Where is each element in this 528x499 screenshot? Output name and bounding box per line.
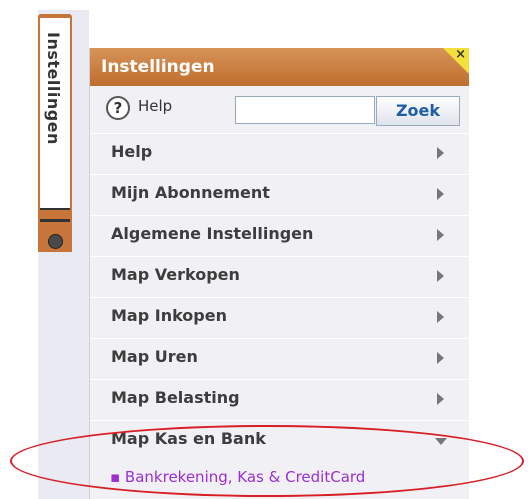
chevron-right-icon: [437, 229, 444, 241]
menu-item-map-verkopen[interactable]: Map Verkopen: [90, 256, 469, 296]
search-input[interactable]: [235, 96, 375, 124]
menu-item-label: Algemene Instellingen: [111, 224, 314, 243]
chevron-right-icon: [437, 188, 444, 200]
menu-item-help[interactable]: Help: [90, 133, 469, 173]
menu-item-label: Map Verkopen: [111, 265, 240, 284]
tab-divider: [40, 219, 70, 222]
menu-item-label: Map Belasting: [111, 388, 240, 407]
panel-header: Instellingen ×: [90, 47, 469, 86]
search-button[interactable]: Zoek: [376, 96, 460, 126]
chevron-right-icon: [437, 393, 444, 405]
menu-item-label: Help: [111, 142, 153, 161]
chevron-right-icon: [437, 270, 444, 282]
help-icon[interactable]: ?: [106, 96, 130, 120]
panel-title: Instellingen: [101, 57, 215, 77]
menu-item-label: Map Uren: [111, 347, 198, 366]
help-search-row: ? Help Zoek: [90, 88, 469, 132]
menu-item-map-inkopen[interactable]: Map Inkopen: [90, 297, 469, 337]
menu-item-map-uren[interactable]: Map Uren: [90, 338, 469, 378]
close-icon[interactable]: ×: [455, 47, 466, 62]
settings-vertical-tab[interactable]: Instellingen: [38, 14, 72, 252]
tab-toggle-icon[interactable]: [48, 234, 63, 249]
tab-divider: [40, 208, 70, 210]
menu-item-label: Mijn Abonnement: [111, 183, 270, 202]
menu-item-mijn-abonnement[interactable]: Mijn Abonnement: [90, 174, 469, 214]
menu-item-map-belasting[interactable]: Map Belasting: [90, 379, 469, 419]
highlight-ellipse: [10, 425, 524, 497]
chevron-right-icon: [437, 311, 444, 323]
vertical-tab-face: Instellingen: [40, 18, 70, 208]
menu-item-label: Map Inkopen: [111, 306, 227, 325]
menu-item-algemene-instellingen[interactable]: Algemene Instellingen: [90, 215, 469, 255]
chevron-right-icon: [437, 147, 444, 159]
vertical-tab-label: Instellingen: [44, 32, 63, 145]
chevron-right-icon: [437, 352, 444, 364]
help-label[interactable]: Help: [138, 97, 172, 115]
